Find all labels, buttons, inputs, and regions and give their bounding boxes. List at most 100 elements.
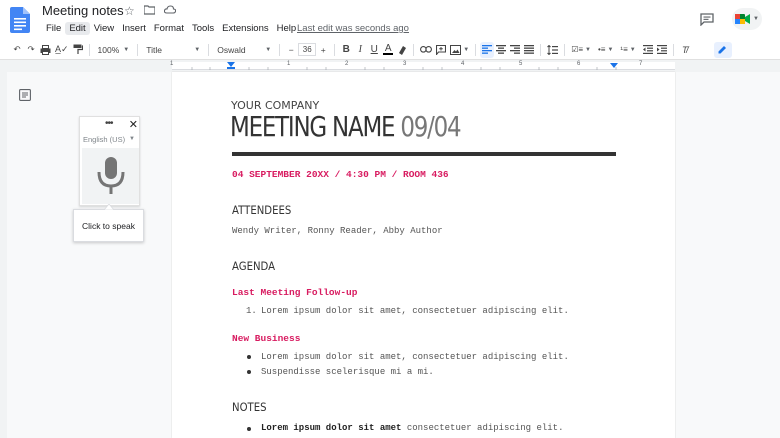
document-title[interactable]: Meeting notes — [42, 3, 124, 18]
font-family-value: Oswald — [217, 44, 246, 55]
increase-indent-icon[interactable] — [655, 42, 669, 58]
attendees-heading[interactable]: ATTENDEES — [232, 203, 291, 217]
attendees-list[interactable]: Wendy Writer, Ronny Reader, Abby Author — [232, 226, 443, 236]
notes-item-bold: Lorem ipsum dolor sit amet — [261, 423, 402, 433]
highlight-color-icon[interactable] — [395, 42, 409, 58]
increase-font-size-button[interactable]: + — [316, 42, 330, 58]
decrease-indent-icon[interactable] — [641, 42, 655, 58]
menu-tools[interactable]: Tools — [188, 22, 218, 35]
title-divider — [232, 152, 616, 156]
notes-heading[interactable]: NOTES — [232, 400, 267, 414]
right-indent-marker-icon[interactable] — [610, 63, 618, 69]
microphone-button[interactable] — [82, 148, 139, 204]
list-bullet — [247, 370, 251, 374]
comment-history-icon[interactable] — [700, 12, 714, 26]
menu-view[interactable]: View — [90, 22, 118, 35]
followup-heading[interactable]: Last Meeting Follow-up — [232, 287, 357, 298]
more-options-icon[interactable]: ••• — [105, 118, 113, 129]
insert-image-icon[interactable]: ▼ — [448, 42, 471, 58]
paragraph-style-value: Title — [146, 44, 162, 55]
cloud-status-icon[interactable] — [163, 4, 176, 18]
notes-item-rest: consectetuer adipiscing elit. — [401, 423, 564, 433]
align-left-icon[interactable] — [480, 41, 495, 58]
meeting-dateline[interactable]: 04 SEPTEMBER 20XX / 4:30 PM / ROOM 436 — [232, 169, 449, 180]
new-business-item[interactable]: Suspendisse scelerisque mi a mi. — [261, 367, 434, 377]
underline-icon[interactable]: U — [367, 42, 381, 58]
font-size-input[interactable]: 36 — [298, 43, 317, 56]
line-spacing-icon[interactable] — [545, 42, 560, 58]
followup-item[interactable]: Lorem ipsum dolor sit amet, consectetuer… — [261, 306, 569, 316]
ruler-tick-label: 1 — [287, 61, 291, 67]
new-business-heading[interactable]: New Business — [232, 333, 300, 344]
google-docs-logo-icon[interactable] — [10, 7, 30, 33]
new-business-item[interactable]: Lorem ipsum dolor sit amet, consectetuer… — [261, 352, 569, 362]
list-bullet — [247, 355, 251, 359]
italic-icon[interactable]: I — [353, 42, 367, 58]
insert-link-icon[interactable] — [418, 42, 434, 58]
agenda-heading[interactable]: AGENDA — [232, 259, 275, 273]
editing-mode-icon[interactable] — [713, 41, 732, 58]
chevron-down-icon: ▼ — [123, 46, 130, 53]
close-icon[interactable]: ✕ — [129, 118, 138, 131]
ruler-tick-label: 5 — [519, 61, 523, 67]
ruler-tick-label: 3 — [403, 61, 407, 67]
meet-button[interactable]: ▼ — [732, 8, 762, 30]
chevron-down-icon: ▼ — [753, 16, 759, 22]
meeting-title-main: MEETING NAME — [230, 110, 396, 143]
align-center-icon[interactable] — [494, 42, 508, 58]
google-meet-icon — [735, 14, 751, 24]
ruler-tick-label: 2 — [345, 61, 349, 67]
meeting-title-date: 09/04 — [400, 110, 461, 143]
justify-icon[interactable] — [522, 42, 536, 58]
formatting-toolbar: ↶ ↷ A̲✓ 100% ▼ Title ▼ Oswald ▼ − 36 + B I … — [0, 40, 780, 60]
click-to-speak-tooltip: Click to speak — [73, 209, 144, 242]
microphone-icon — [97, 157, 125, 194]
text-color-icon[interactable]: A — [381, 42, 395, 58]
voice-typing-header[interactable]: ••• ✕ — [80, 118, 141, 132]
align-right-icon[interactable] — [508, 42, 522, 58]
menu-format[interactable]: Format — [150, 22, 188, 35]
meeting-title[interactable]: MEETING NAME 09/04 — [230, 110, 462, 143]
bold-icon[interactable]: B — [339, 42, 353, 58]
ruler-tick-label: 4 — [461, 61, 465, 67]
title-bar: Meeting notes ☆ File Edit View Insert Fo… — [0, 0, 780, 40]
font-family-select[interactable]: Oswald ▼ — [213, 45, 275, 55]
menu-insert[interactable]: Insert — [118, 22, 150, 35]
move-folder-icon[interactable] — [143, 4, 156, 18]
chevron-down-icon: ▼ — [194, 46, 201, 53]
star-icon[interactable]: ☆ — [124, 4, 135, 18]
chevron-down-icon: ▼ — [129, 136, 135, 142]
menu-extensions[interactable]: Extensions — [218, 22, 272, 35]
voice-typing-panel: ••• ✕ English (US) ▼ — [79, 116, 140, 206]
zoom-value: 100% — [97, 44, 120, 55]
notes-item[interactable]: Lorem ipsum dolor sit amet consectetuer … — [261, 423, 563, 433]
paint-format-icon[interactable] — [71, 42, 85, 58]
menu-bar: File Edit View Insert Format Tools Exten… — [42, 22, 300, 35]
left-indent-marker-icon[interactable] — [227, 62, 235, 69]
vertical-ruler — [0, 72, 7, 438]
add-comment-icon[interactable] — [434, 42, 448, 58]
decrease-font-size-button[interactable]: − — [284, 42, 298, 58]
document-outline-icon[interactable] — [19, 89, 31, 101]
followup-item-number: 1. — [246, 306, 257, 316]
ruler-ticks — [191, 67, 617, 70]
menu-file[interactable]: File — [42, 22, 65, 35]
bulleted-list-icon[interactable]: •≡ ▼ — [596, 42, 615, 58]
paragraph-style-select[interactable]: Title ▼ — [142, 45, 204, 55]
ruler-tick-label: 1 — [170, 61, 174, 67]
tooltip-arrow — [104, 204, 114, 210]
language-select[interactable]: English (US) — [83, 135, 125, 144]
chevron-down-icon: ▼ — [265, 46, 272, 53]
spellcheck-icon[interactable]: A̲✓ — [53, 42, 71, 58]
numbered-list-icon[interactable]: ¹≡ ▼ — [618, 42, 637, 58]
clear-formatting-icon[interactable]: T̸ — [678, 42, 692, 58]
menu-edit[interactable]: Edit — [65, 22, 90, 35]
redo-icon[interactable]: ↷ — [24, 42, 38, 58]
horizontal-ruler: 1 1 2 3 4 5 6 7 — [0, 60, 780, 72]
zoom-select[interactable]: 100% ▼ — [94, 45, 134, 55]
checklist-icon[interactable]: ☑≡ ▼ — [569, 42, 593, 58]
undo-icon[interactable]: ↶ — [10, 42, 24, 58]
last-edit-link[interactable]: Last edit was seconds ago — [297, 23, 409, 34]
ruler-page-area: 1 1 2 3 4 5 6 7 — [170, 61, 675, 70]
print-icon[interactable] — [38, 42, 53, 58]
